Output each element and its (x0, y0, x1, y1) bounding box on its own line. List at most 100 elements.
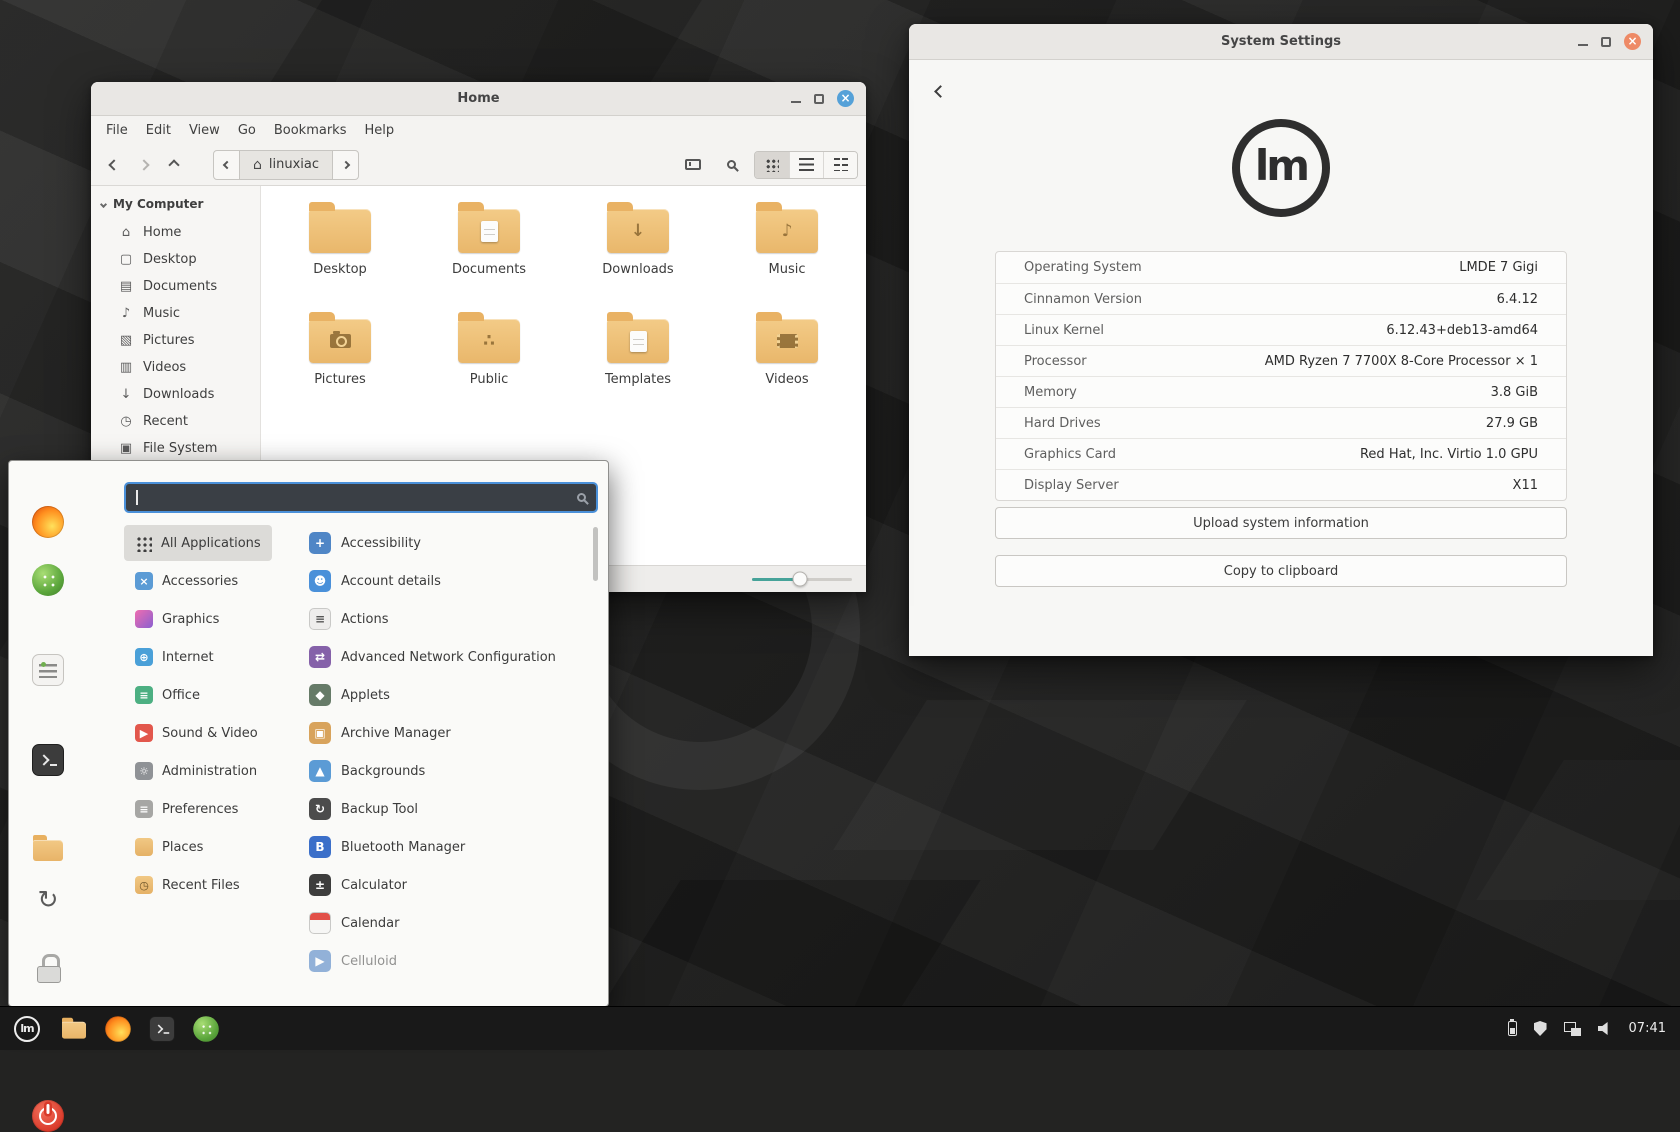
app-label: Account details (341, 574, 441, 589)
close-button[interactable] (1624, 33, 1641, 50)
files-launcher[interactable] (58, 1013, 90, 1045)
folder-pictures[interactable]: Pictures (281, 310, 399, 387)
category-recent-files[interactable]: ◷Recent Files (124, 867, 251, 903)
zoom-slider-thumb[interactable] (793, 572, 808, 587)
volume-icon[interactable] (1598, 1022, 1612, 1036)
forward-button[interactable] (129, 150, 159, 180)
folder-videos[interactable]: Videos (728, 310, 846, 387)
menu-view[interactable]: View (180, 120, 229, 141)
logout-icon[interactable]: ↻ (32, 883, 64, 915)
sidebar-item-videos[interactable]: ▥Videos (91, 354, 260, 381)
sidebar-item-recent[interactable]: ◷Recent (91, 408, 260, 435)
upload-system-info-button[interactable]: Upload system information (995, 507, 1567, 539)
close-button[interactable] (837, 90, 854, 107)
back-button[interactable] (99, 150, 129, 180)
category-internet[interactable]: ⊕Internet (124, 639, 225, 675)
folder-downloads[interactable]: ↓ Downloads (579, 200, 697, 277)
sidebar-item-desktop[interactable]: ▢Desktop (91, 246, 260, 273)
app-calculator[interactable]: ±Calculator (309, 867, 587, 903)
app-label: Backgrounds (341, 764, 425, 779)
files-icon[interactable] (32, 833, 64, 865)
category-places[interactable]: Places (124, 829, 214, 865)
toggle-location-entry-button[interactable] (678, 150, 708, 180)
list-view-button[interactable] (789, 152, 823, 178)
sidebar-item-downloads[interactable]: ↓Downloads (91, 381, 260, 408)
folder-public[interactable]: ∴ Public (430, 310, 548, 387)
sidebar-item-pictures[interactable]: ▧Pictures (91, 327, 260, 354)
breadcrumb-next-button[interactable] (333, 151, 358, 179)
category-preferences[interactable]: ≡Preferences (124, 791, 249, 827)
sidebar-header[interactable]: My Computer (91, 192, 260, 219)
update-shield-icon[interactable] (1534, 1021, 1547, 1036)
titlebar[interactable]: Home (91, 82, 866, 116)
maximize-button[interactable] (1601, 37, 1611, 47)
breadcrumb-prev-button[interactable] (214, 151, 239, 179)
mint-logo-icon: lm (14, 1016, 40, 1042)
info-label: Cinnamon Version (1024, 292, 1142, 307)
folder-music[interactable]: ♪ Music (728, 200, 846, 277)
category-administration[interactable]: ☼Administration (124, 753, 268, 789)
sidebar-item-music[interactable]: ♪Music (91, 300, 260, 327)
minimize-button[interactable] (791, 101, 801, 103)
system-settings-icon[interactable] (32, 654, 64, 686)
scrollbar[interactable] (593, 527, 598, 581)
category-label: Accessories (162, 574, 238, 589)
shutdown-icon[interactable] (32, 1100, 64, 1132)
firefox-icon[interactable] (32, 506, 64, 538)
software-manager-icon[interactable] (32, 564, 64, 596)
menu-edit[interactable]: Edit (137, 120, 180, 141)
app-account-details[interactable]: ☻Account details (309, 563, 587, 599)
maximize-button[interactable] (814, 94, 824, 104)
titlebar[interactable]: System Settings (909, 24, 1653, 60)
up-button[interactable] (159, 150, 189, 180)
category-sound-video[interactable]: ▶Sound & Video (124, 715, 269, 751)
terminal-launcher[interactable] (146, 1013, 178, 1045)
software-manager-launcher[interactable] (190, 1013, 222, 1045)
sidebar-item-home[interactable]: ⌂Home (91, 219, 260, 246)
terminal-icon[interactable] (32, 744, 64, 776)
folder-templates[interactable]: Templates (579, 310, 697, 387)
sidebar-item-documents[interactable]: ▤Documents (91, 273, 260, 300)
app-backup-tool[interactable]: ↻Backup Tool (309, 791, 587, 827)
firefox-launcher[interactable] (102, 1013, 134, 1045)
category-accessories[interactable]: ×Accessories (124, 563, 249, 599)
clock[interactable]: 07:41 (1629, 1021, 1666, 1036)
battery-icon[interactable] (1508, 1021, 1517, 1036)
app-backgrounds[interactable]: ▲Backgrounds (309, 753, 587, 789)
folder-documents[interactable]: Documents (430, 200, 548, 277)
category-all-applications[interactable]: All Applications (124, 525, 272, 561)
app-bluetooth-manager[interactable]: BBluetooth Manager (309, 829, 587, 865)
icon-view-button[interactable] (755, 152, 789, 178)
grid-view-icon (765, 158, 779, 172)
info-value: 3.8 GiB (1491, 385, 1538, 400)
search-input[interactable] (124, 482, 598, 513)
category-graphics[interactable]: Graphics (124, 601, 230, 637)
minimize-button[interactable] (1578, 44, 1588, 46)
menu-go[interactable]: Go (229, 120, 265, 141)
menu-bookmarks[interactable]: Bookmarks (265, 120, 356, 141)
app-calendar[interactable]: Calendar (309, 905, 587, 941)
app-accessibility[interactable]: +Accessibility (309, 525, 587, 561)
menu-help[interactable]: Help (355, 120, 403, 141)
app-archive-manager[interactable]: ▣Archive Manager (309, 715, 587, 751)
info-row: Hard Drives27.9 GB (996, 407, 1566, 438)
category-office[interactable]: ≡Office (124, 677, 211, 713)
breadcrumb-location[interactable]: ⌂ linuxiac (239, 151, 333, 179)
menu-button[interactable]: lm (0, 1007, 54, 1050)
menu-file[interactable]: File (97, 120, 137, 141)
copy-to-clipboard-button[interactable]: Copy to clipboard (995, 555, 1567, 587)
lock-screen-icon[interactable] (32, 953, 64, 985)
zoom-slider[interactable] (752, 578, 852, 581)
back-button[interactable] (927, 78, 953, 104)
app-celluloid[interactable]: ▶Celluloid (309, 943, 587, 979)
app-applets[interactable]: ◆Applets (309, 677, 587, 713)
compact-view-button[interactable] (823, 152, 857, 178)
search-button[interactable] (716, 150, 746, 180)
network-icon[interactable] (1564, 1022, 1581, 1036)
sidebar-item-file-system[interactable]: ▣File System (91, 435, 260, 462)
recent-files-icon: ◷ (135, 876, 153, 894)
app-advanced-network-configuration[interactable]: ⇄Advanced Network Configuration (309, 639, 587, 675)
app-actions[interactable]: ≡Actions (309, 601, 587, 637)
folder-desktop[interactable]: Desktop (281, 200, 399, 277)
info-label: Processor (1024, 354, 1087, 369)
